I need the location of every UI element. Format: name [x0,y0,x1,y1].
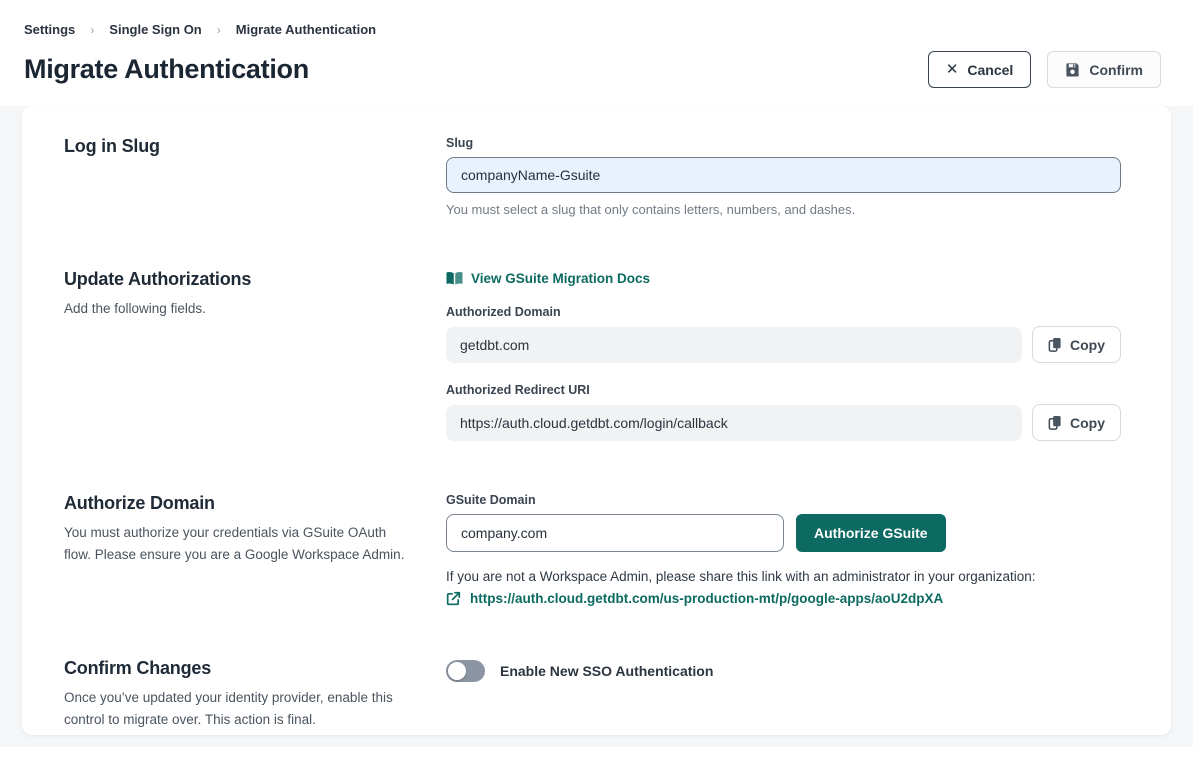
workspace-admin-share-text: If you are not a Workspace Admin, please… [446,569,1121,584]
copy-icon [1048,415,1062,430]
section-title-confirm-changes: Confirm Changes [64,658,446,679]
authorized-domain-value: getdbt.com [446,327,1022,363]
enable-sso-toggle[interactable] [446,660,485,682]
confirm-button[interactable]: Confirm [1047,51,1161,88]
toggle-knob [448,662,466,680]
section-title-login-slug: Log in Slug [64,136,446,157]
authorized-redirect-uri-label: Authorized Redirect URI [446,383,1121,397]
cancel-button[interactable]: ✕ Cancel [928,51,1032,88]
section-confirm-changes: Confirm Changes Once you’ve updated your… [64,658,1121,730]
authorize-gsuite-button[interactable]: Authorize GSuite [796,514,946,552]
slug-input[interactable] [446,157,1121,193]
copy-button-label: Copy [1070,337,1105,353]
copy-redirect-uri-button[interactable]: Copy [1032,404,1121,441]
confirm-button-label: Confirm [1089,62,1143,78]
gsuite-domain-label: GSuite Domain [446,493,1121,507]
admin-share-link[interactable]: https://auth.cloud.getdbt.com/us-product… [446,591,1121,606]
page-title: Migrate Authentication [24,54,309,85]
breadcrumb: Settings › Single Sign On › Migrate Auth… [24,22,1161,37]
open-book-icon [446,271,463,286]
copy-button-label: Copy [1070,415,1105,431]
enable-sso-toggle-label: Enable New SSO Authentication [500,663,713,679]
breadcrumb-migrate-authentication: Migrate Authentication [236,22,376,37]
save-disk-icon [1065,62,1080,77]
section-authorize-domain: Authorize Domain You must authorize your… [64,493,1121,606]
section-desc-update-authorizations: Add the following fields. [64,298,409,320]
gsuite-domain-input[interactable] [446,514,784,552]
docs-link-label: View GSuite Migration Docs [471,271,650,286]
section-desc-confirm-changes: Once you’ve updated your identity provid… [64,687,409,730]
breadcrumb-settings[interactable]: Settings [24,22,75,37]
cancel-button-label: Cancel [967,62,1013,78]
settings-card: Log in Slug Slug You must select a slug … [22,106,1171,735]
admin-share-link-url: https://auth.cloud.getdbt.com/us-product… [470,591,943,606]
close-icon: ✕ [946,62,959,77]
chevron-right-icon: › [90,23,94,37]
header-actions: ✕ Cancel Confirm [928,51,1161,88]
copy-icon [1048,337,1062,352]
section-desc-authorize-domain: You must authorize your credentials via … [64,522,409,565]
slug-helper-text: You must select a slug that only contain… [446,202,1121,217]
section-login-slug: Log in Slug Slug You must select a slug … [64,136,1121,217]
content-area: Log in Slug Slug You must select a slug … [0,106,1193,747]
section-title-authorize-domain: Authorize Domain [64,493,446,514]
breadcrumb-single-sign-on[interactable]: Single Sign On [109,22,201,37]
authorized-domain-label: Authorized Domain [446,305,1121,319]
slug-field-label: Slug [446,136,1121,150]
external-link-icon [446,591,461,606]
chevron-right-icon: › [217,23,221,37]
section-title-update-authorizations: Update Authorizations [64,269,446,290]
page-header: Settings › Single Sign On › Migrate Auth… [0,0,1193,106]
section-update-authorizations: Update Authorizations Add the following … [64,269,1121,441]
gsuite-migration-docs-link[interactable]: View GSuite Migration Docs [446,271,650,286]
copy-authorized-domain-button[interactable]: Copy [1032,326,1121,363]
authorized-redirect-uri-value: https://auth.cloud.getdbt.com/login/call… [446,405,1022,441]
